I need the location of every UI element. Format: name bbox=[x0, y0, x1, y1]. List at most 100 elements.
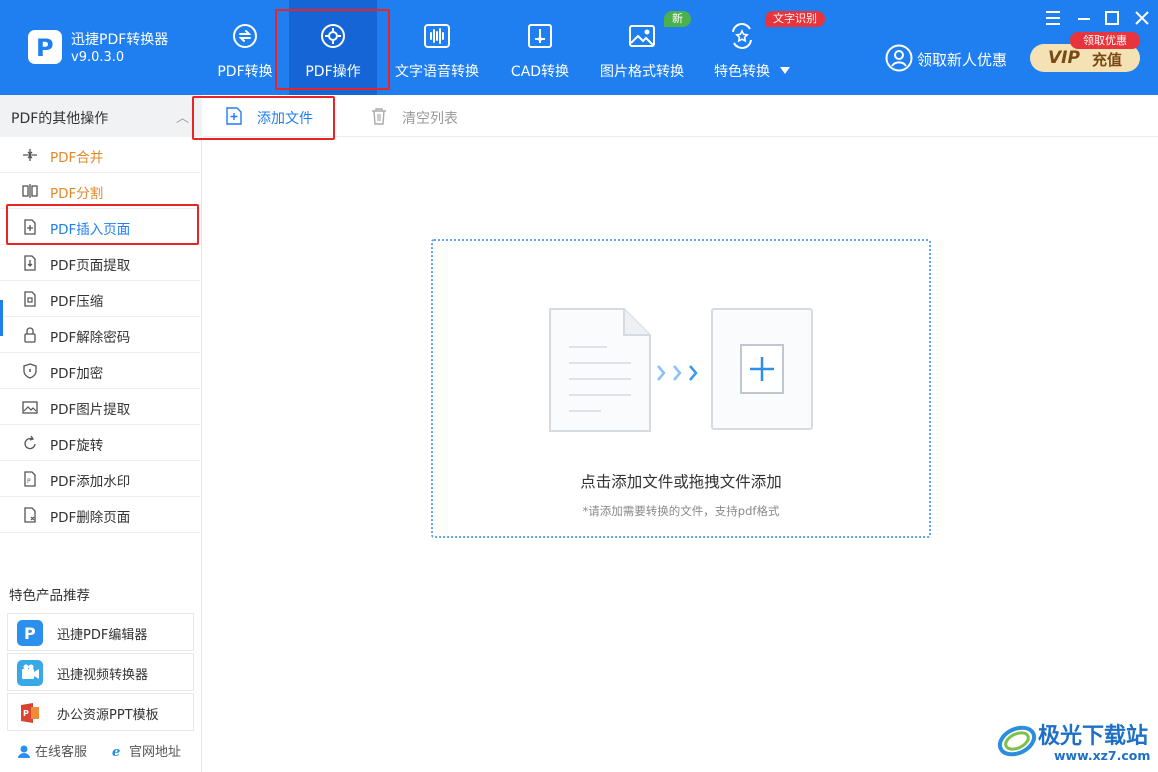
ppt-template-icon: P bbox=[17, 700, 43, 726]
file-drop-zone[interactable]: 点击添加文件或拖拽文件添加 *请添加需要转换的文件，支持pdf格式 bbox=[431, 239, 931, 538]
document-icon bbox=[549, 308, 651, 432]
pdf-convert-icon bbox=[233, 24, 257, 48]
add-placeholder-icon bbox=[711, 308, 813, 430]
sidebar-item-label: PDF加密 bbox=[50, 366, 104, 382]
arrows-icon bbox=[657, 365, 698, 381]
sidebar-item-pdf-encrypt[interactable]: PDF加密 bbox=[0, 353, 202, 389]
vip-offer-badge: 领取优惠 bbox=[1070, 32, 1140, 49]
close-icon[interactable] bbox=[1132, 8, 1152, 28]
nav-label: CAD转换 bbox=[510, 64, 570, 80]
top-bar: P 迅捷PDF转换器 v9.0.3.0 PDF转换 PDF操作 文字语音转换 C… bbox=[0, 0, 1158, 95]
sidebar-item-pdf-image-extract[interactable]: PDF图片提取 bbox=[0, 389, 202, 425]
nav-label: 图片格式转换 bbox=[600, 64, 684, 80]
nav-label: PDF操作 bbox=[305, 64, 361, 80]
featured-label: 迅捷PDF编辑器 bbox=[57, 628, 148, 643]
minimize-icon[interactable] bbox=[1074, 8, 1094, 28]
selected-indicator bbox=[0, 300, 3, 336]
nav-label: 特色转换 bbox=[714, 64, 770, 80]
sidebar-item-pdf-compress[interactable]: PDF压缩 bbox=[0, 281, 202, 317]
menu-icon[interactable] bbox=[1043, 8, 1063, 28]
delete-page-icon bbox=[24, 507, 36, 523]
star-convert-icon bbox=[732, 23, 752, 49]
sidebar-item-label: PDF压缩 bbox=[50, 294, 104, 310]
clear-list-label: 清空列表 bbox=[402, 111, 458, 127]
app-name: 迅捷PDF转换器 bbox=[71, 32, 169, 48]
add-file-button[interactable]: 添加文件 bbox=[203, 95, 333, 137]
sidebar-item-pdf-watermark[interactable]: P PDF添加水印 bbox=[0, 461, 202, 497]
nav-text-voice[interactable]: 文字语音转换 bbox=[392, 0, 482, 95]
add-file-icon bbox=[226, 107, 242, 125]
sidebar-item-label: PDF插入页面 bbox=[50, 222, 131, 238]
sidebar-item-label: PDF添加水印 bbox=[50, 474, 131, 490]
nav-label: 文字语音转换 bbox=[395, 64, 479, 80]
cad-icon bbox=[528, 24, 552, 48]
pdf-editor-icon: P bbox=[17, 620, 43, 646]
sidebar-item-pdf-unlock[interactable]: PDF解除密码 bbox=[0, 317, 202, 353]
sidebar-item-label: PDF合并 bbox=[50, 150, 104, 166]
sidebar-item-label: PDF页面提取 bbox=[50, 258, 131, 274]
chevron-up-icon: ︿ bbox=[176, 111, 190, 126]
drop-illustration bbox=[549, 308, 813, 432]
svg-text:e: e bbox=[112, 745, 120, 758]
nav-cad-convert[interactable]: CAD转换 bbox=[505, 0, 575, 95]
watermark-logo-icon bbox=[997, 725, 1037, 757]
nav-label: PDF转换 bbox=[217, 64, 273, 80]
insert-page-icon bbox=[24, 219, 36, 235]
split-icon bbox=[22, 184, 38, 198]
nav-pdf-convert[interactable]: PDF转换 bbox=[208, 0, 282, 95]
caret-down-icon bbox=[780, 67, 790, 74]
compress-icon bbox=[24, 291, 36, 307]
sidebar-item-label: PDF删除页面 bbox=[50, 510, 131, 526]
svg-text:P: P bbox=[27, 478, 31, 485]
sidebar-item-pdf-split[interactable]: PDF分割 bbox=[0, 173, 202, 209]
ocr-badge: 文字识别 bbox=[765, 11, 825, 27]
featured-label: 迅捷视频转换器 bbox=[57, 668, 149, 683]
sidebar-item-label: PDF图片提取 bbox=[50, 402, 131, 418]
drop-zone-main-text: 点击添加文件或拖拽文件添加 bbox=[580, 473, 782, 491]
unlock-icon bbox=[24, 327, 36, 343]
svg-text:P: P bbox=[24, 624, 36, 643]
nav-pdf-operate[interactable]: PDF操作 bbox=[289, 0, 377, 95]
sidebar-item-label: PDF解除密码 bbox=[50, 330, 131, 346]
merge-icon bbox=[23, 149, 37, 161]
watermark-icon: P bbox=[24, 471, 36, 487]
featured-pdf-editor[interactable]: P 迅捷PDF编辑器 bbox=[7, 613, 194, 651]
online-service-label: 在线客服 bbox=[35, 745, 88, 760]
app-logo-icon: P bbox=[28, 30, 62, 64]
featured-ppt-template[interactable]: P 办公资源PPT模板 bbox=[7, 693, 194, 731]
watermark-title: 极光下载站 bbox=[1038, 724, 1149, 749]
featured-video-converter[interactable]: 迅捷视频转换器 bbox=[7, 653, 194, 691]
voice-wave-icon bbox=[424, 24, 450, 48]
sidebar-section-title: PDF的其他操作 bbox=[11, 111, 109, 127]
sidebar-item-pdf-page-extract[interactable]: PDF页面提取 bbox=[0, 245, 202, 281]
official-website-label: 官网地址 bbox=[129, 745, 182, 760]
sidebar-section-header[interactable]: PDF的其他操作 ︿ bbox=[0, 95, 202, 137]
sidebar: PDF的其他操作 ︿ PDF合并 PDF分割 PDF插入页面 PDF页面提取 P… bbox=[0, 95, 202, 772]
recharge-label: 充值 bbox=[1092, 51, 1123, 69]
site-watermark: 极光下载站 www.xz7.com bbox=[996, 714, 1156, 770]
featured-label: 办公资源PPT模板 bbox=[57, 708, 159, 723]
add-file-label: 添加文件 bbox=[257, 111, 313, 127]
sidebar-item-pdf-insert-page[interactable]: PDF插入页面 bbox=[0, 209, 202, 245]
watermark-url: www.xz7.com bbox=[1054, 748, 1151, 763]
sidebar-item-pdf-delete-page[interactable]: PDF删除页面 bbox=[0, 497, 202, 533]
shield-icon bbox=[23, 363, 37, 379]
sidebar-item-pdf-rotate[interactable]: PDF旋转 bbox=[0, 425, 202, 461]
online-service-link[interactable]: 在线客服 bbox=[17, 741, 87, 760]
headset-icon bbox=[18, 745, 30, 758]
user-icon bbox=[885, 44, 913, 72]
sidebar-item-label: PDF旋转 bbox=[50, 438, 104, 454]
video-converter-icon bbox=[17, 660, 43, 686]
clear-list-button[interactable]: 清空列表 bbox=[348, 95, 478, 137]
svg-text:P: P bbox=[23, 709, 29, 718]
image-extract-icon bbox=[22, 401, 38, 414]
sidebar-item-pdf-merge[interactable]: PDF合并 bbox=[0, 137, 202, 173]
pdf-operate-icon bbox=[321, 24, 345, 48]
rotate-icon bbox=[24, 435, 36, 450]
official-website-link[interactable]: e 官网地址 bbox=[111, 741, 181, 760]
browser-icon: e bbox=[112, 745, 120, 758]
image-icon bbox=[629, 25, 655, 47]
drop-zone-hint-text: *请添加需要转换的文件，支持pdf格式 bbox=[582, 504, 780, 518]
maximize-icon[interactable] bbox=[1102, 8, 1122, 28]
trash-icon bbox=[372, 108, 386, 125]
